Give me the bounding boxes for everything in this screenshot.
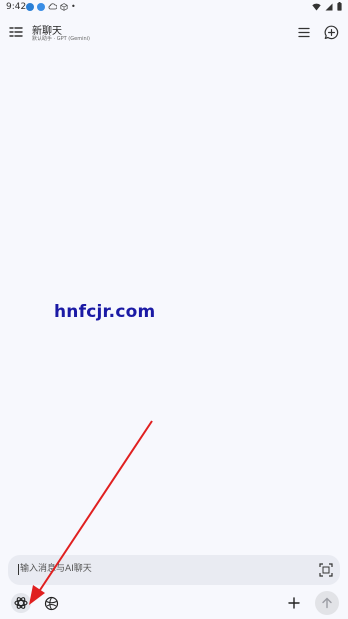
sidebar-menu-button[interactable] [5,21,27,43]
send-button[interactable] [315,591,339,615]
add-attachment-button[interactable] [285,594,303,612]
cloud-icon [48,2,57,9]
sidebar-menu-icon [9,27,23,37]
list-icon [298,27,310,37]
cube-icon [60,2,68,11]
globe-icon [44,596,58,610]
app-notification-icon [37,2,45,11]
new-chat-icon [324,25,338,39]
message-input-container[interactable]: 输入消息与AI聊天 [8,555,340,585]
list-button[interactable] [293,21,315,43]
status-bar: 9:42 • [0,0,348,14]
openai-logo-icon [14,597,28,609]
app-notification-icon [26,2,34,11]
signal-icon [325,3,333,10]
app-header: 新聊天 默认助手 · GPT (Gemini) [0,16,348,50]
new-chat-button[interactable] [320,21,342,43]
message-input[interactable]: 输入消息与AI聊天 [18,564,92,575]
model-select-button[interactable] [11,593,31,613]
battery-icon [337,2,342,11]
annotation-arrow [29,420,153,605]
arrow-up-icon [322,597,332,609]
watermark-text: hnfcjr.com [54,302,156,322]
system-icons [312,2,342,11]
dot-icon: • [71,2,76,11]
status-time: 9:42 [6,2,27,12]
scan-button[interactable] [318,562,334,578]
bottom-toolbar [0,590,348,618]
plus-icon [288,597,300,609]
notification-icons: • [26,2,76,11]
chat-subtitle: 默认助手 · GPT (Gemini) [32,36,90,42]
scan-icon [319,563,333,577]
mcp-button[interactable] [42,594,60,612]
wifi-icon [312,3,321,10]
